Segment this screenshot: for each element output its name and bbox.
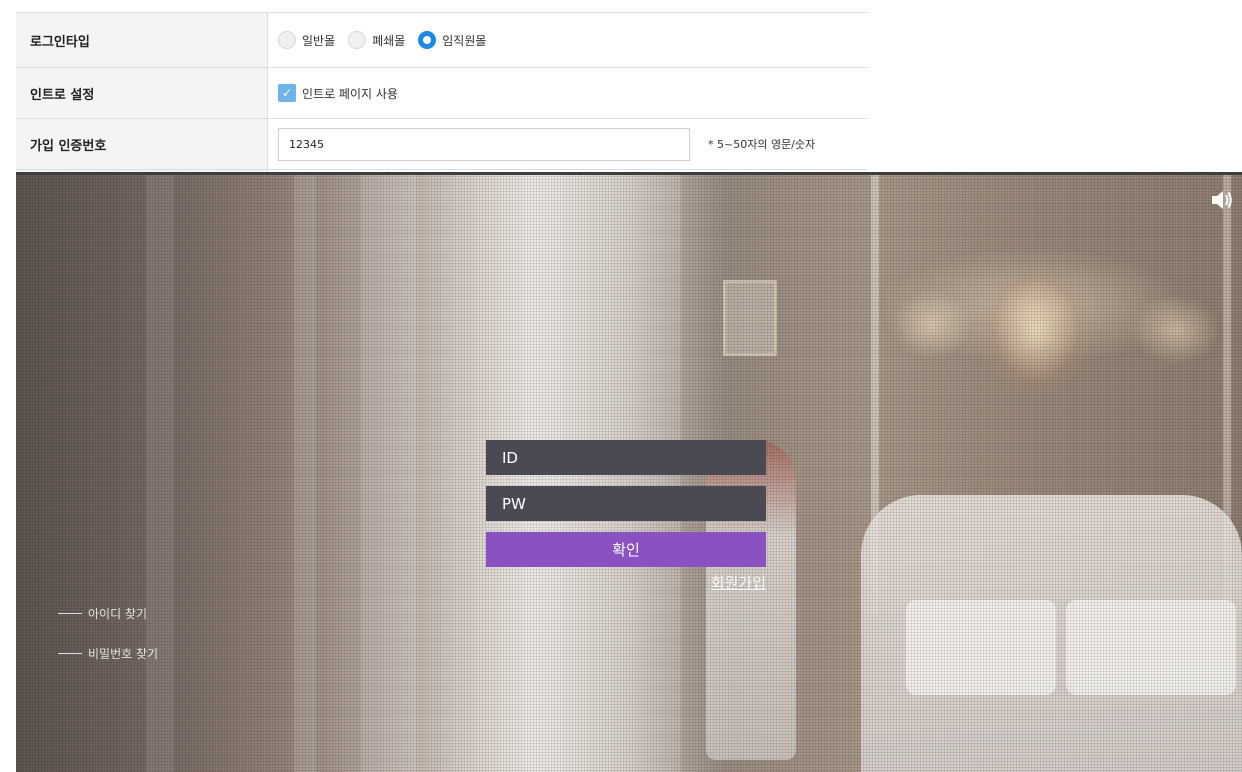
- intro-checkbox-label: 인트로 페이지 사용: [302, 86, 398, 101]
- signup-link[interactable]: 회원가입: [711, 572, 766, 593]
- dash-divider: [58, 653, 82, 654]
- id-input[interactable]: ID: [486, 440, 766, 475]
- speaker-icon[interactable]: [1210, 189, 1234, 211]
- find-id-link[interactable]: 아이디 찾기: [58, 605, 147, 622]
- settings-table: 로그인타입 일반몰 폐쇄몰 임직원몰 인트로 설정 ✓ 인트로 페이지 사용 가…: [16, 12, 867, 177]
- find-id-label: 아이디 찾기: [88, 607, 148, 621]
- login-form: ID PW 확인 회원가입: [486, 440, 766, 592]
- intro-row: 인트로 설정 ✓ 인트로 페이지 사용: [16, 68, 867, 119]
- password-input[interactable]: PW: [486, 486, 766, 521]
- signup-code-cell: * 5~50자의 영문/숫자: [268, 119, 867, 169]
- radio-general-label: 일반몰: [302, 33, 336, 48]
- login-type-option-general[interactable]: 일반몰: [278, 31, 335, 49]
- signup-code-input[interactable]: [278, 127, 690, 161]
- intro-login-preview: ID PW 확인 회원가입 아이디 찾기 비밀번호 찾기: [16, 172, 1242, 772]
- radio-general[interactable]: [278, 31, 296, 49]
- radio-closed[interactable]: [348, 31, 367, 49]
- signup-code-hint: * 5~50자의 영문/숫자: [708, 138, 816, 151]
- find-password-label: 비밀번호 찾기: [88, 647, 159, 661]
- signup-code-row: 가입 인증번호 * 5~50자의 영문/숫자: [16, 119, 867, 170]
- confirm-button[interactable]: 확인: [486, 532, 766, 567]
- confirm-button-label: 확인: [612, 541, 640, 559]
- dash-divider: [58, 613, 82, 614]
- radio-closed-label: 폐쇄몰: [372, 33, 406, 48]
- signup-code-label: 가입 인증번호: [16, 119, 268, 169]
- login-type-option-employee[interactable]: 임직원몰: [418, 31, 486, 49]
- intro-checkbox[interactable]: ✓: [278, 84, 296, 102]
- login-type-options: 일반몰 폐쇄몰 임직원몰: [268, 13, 867, 67]
- id-input-placeholder: ID: [502, 448, 518, 467]
- intro-options: ✓ 인트로 페이지 사용: [268, 68, 867, 118]
- password-input-placeholder: PW: [502, 494, 526, 513]
- find-password-link[interactable]: 비밀번호 찾기: [58, 645, 158, 662]
- login-type-row: 로그인타입 일반몰 폐쇄몰 임직원몰: [16, 12, 867, 68]
- login-type-label: 로그인타입: [16, 13, 268, 67]
- login-type-option-closed[interactable]: 폐쇄몰: [348, 31, 405, 49]
- radio-employee[interactable]: [418, 31, 437, 49]
- intro-label: 인트로 설정: [16, 68, 268, 118]
- radio-employee-label: 임직원몰: [442, 33, 487, 48]
